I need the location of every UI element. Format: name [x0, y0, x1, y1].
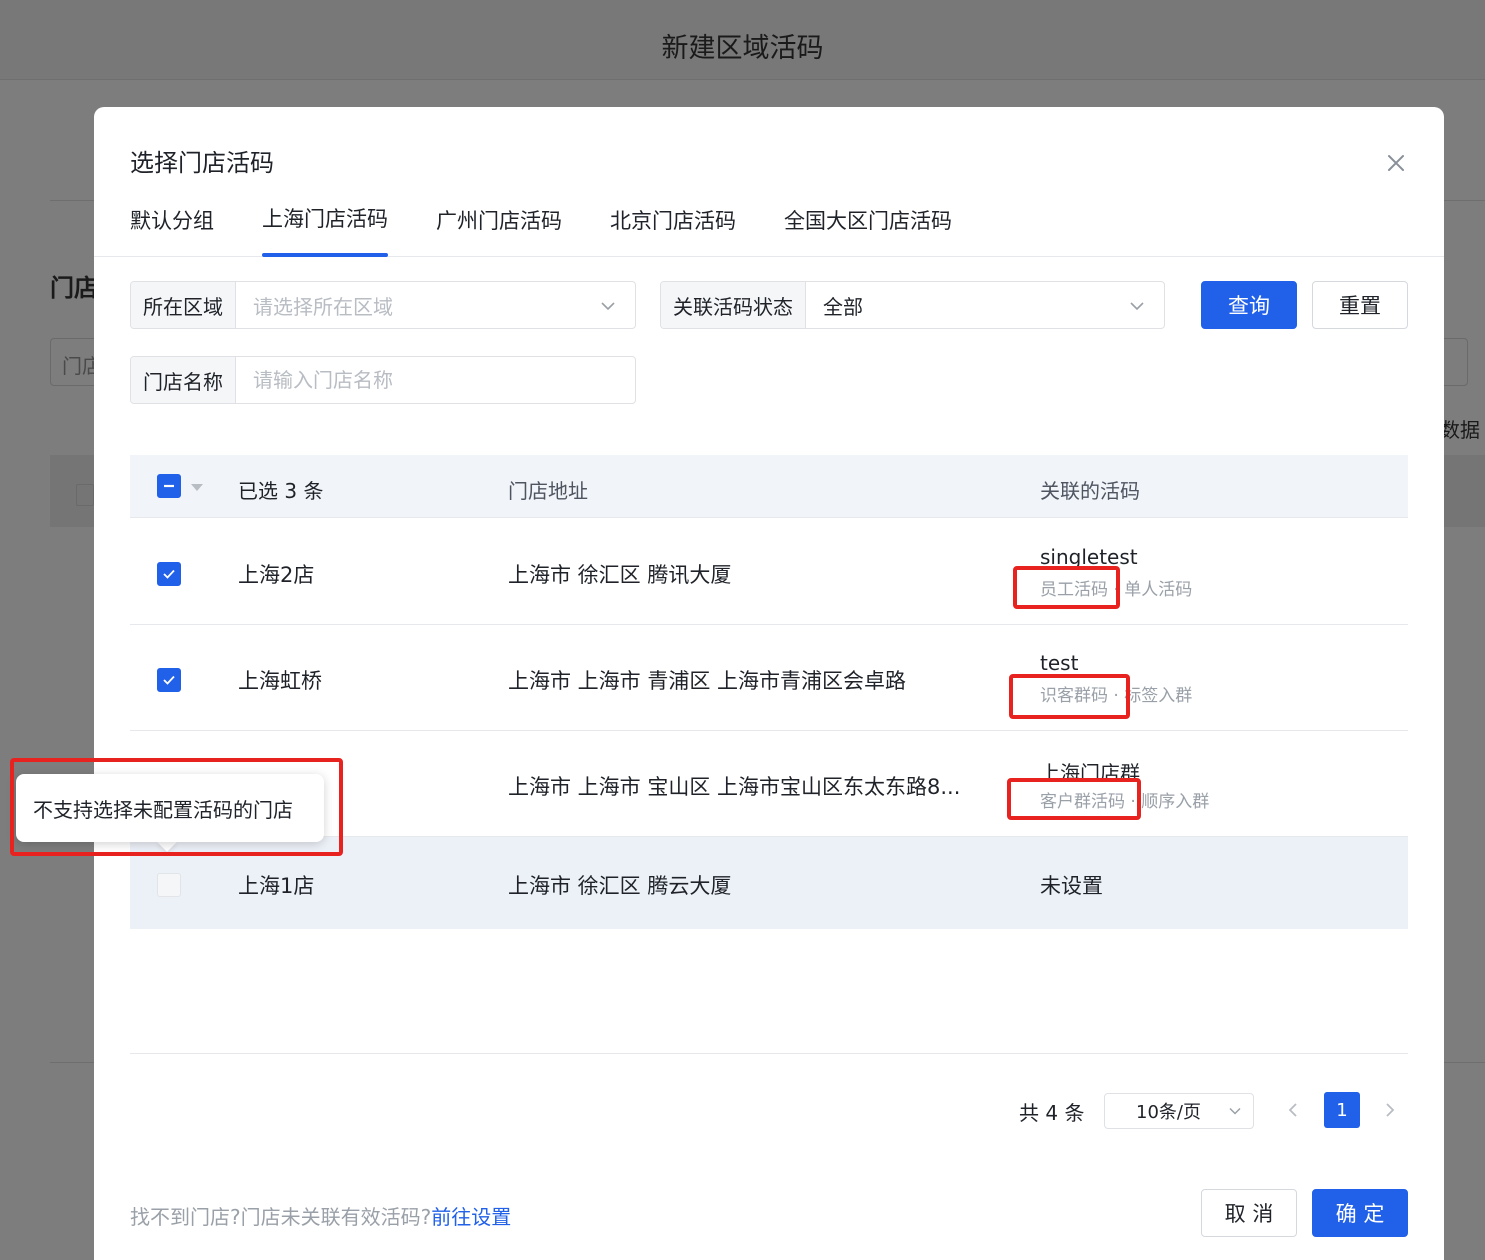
check-icon — [163, 675, 175, 685]
page-size-select[interactable]: 10条/页 — [1104, 1093, 1254, 1129]
row-checkbox[interactable] — [157, 562, 181, 586]
chevron-down-icon — [1130, 302, 1144, 311]
reset-button[interactable]: 重置 — [1312, 281, 1408, 329]
query-button[interactable]: 查询 — [1201, 281, 1297, 329]
active-tab-indicator — [262, 253, 388, 257]
code-status-select[interactable]: 全部 — [806, 282, 1164, 328]
store-name: 上海虹桥 — [238, 669, 322, 693]
store-name-filter: 门店名称 — [130, 356, 636, 404]
code-type: 识客群码 — [1040, 686, 1108, 706]
code-status-select-value: 全部 — [823, 294, 863, 319]
close-icon[interactable] — [1384, 151, 1408, 175]
code-mode: 顺序入群 — [1141, 792, 1210, 812]
store-name-filter-label: 门店名称 — [131, 357, 236, 403]
total-count: 共 4 条 — [1019, 1101, 1085, 1125]
minus-icon — [164, 484, 174, 488]
code-name: singletest — [1040, 545, 1138, 569]
tab-national[interactable]: 全国大区门店活码 — [784, 205, 952, 235]
chevron-down-icon — [1229, 1107, 1241, 1115]
code-status-filter: 关联活码状态 全部 — [660, 281, 1165, 329]
row-checkbox-disabled — [157, 873, 181, 897]
table-row[interactable]: 上海2店 上海市 徐汇区 腾讯大厦 singletest 员工活码 · 单人活码 — [130, 519, 1408, 625]
divider — [130, 1053, 1408, 1054]
code-name: 上海门店群 — [1040, 761, 1140, 785]
background-checkbox — [76, 484, 94, 506]
store-name-field[interactable] — [236, 357, 635, 403]
footer-hint-text: 找不到门店?门店未关联有效活码? — [130, 1205, 432, 1229]
chevron-left-icon[interactable] — [1282, 1099, 1304, 1121]
page-size-value: 10条/页 — [1136, 1102, 1201, 1123]
store-address: 上海市 徐汇区 腾讯大厦 — [508, 563, 732, 587]
row-checkbox[interactable] — [157, 668, 181, 692]
disabled-tooltip: 不支持选择未配置活码的门店 — [16, 774, 324, 842]
confirm-button[interactable]: 确 定 — [1312, 1189, 1408, 1237]
code-meta: 客户群活码 · 顺序入群 — [1040, 792, 1210, 812]
tab-beijing[interactable]: 北京门店活码 — [610, 205, 736, 235]
tab-shanghai[interactable]: 上海门店活码 — [262, 203, 388, 233]
cancel-button[interactable]: 取 消 — [1201, 1189, 1297, 1237]
column-header-address: 门店地址 — [508, 479, 588, 503]
store-address: 上海市 上海市 青浦区 上海市青浦区会卓路 — [508, 669, 907, 693]
region-select-placeholder: 请选择所在区域 — [253, 294, 393, 319]
store-name-input[interactable] — [253, 368, 635, 392]
store-address: 上海市 徐汇区 腾云大厦 — [508, 874, 732, 898]
region-filter: 所在区域 请选择所在区域 — [130, 281, 636, 329]
region-filter-label: 所在区域 — [131, 282, 236, 328]
code-name: 未设置 — [1040, 874, 1103, 898]
table-header: 已选 3 条 门店地址 关联的活码 — [130, 455, 1408, 518]
chevron-down-icon — [601, 302, 615, 311]
store-name: 上海1店 — [238, 874, 315, 898]
code-mode: 单人活码 — [1124, 580, 1193, 600]
modal-title: 选择门店活码 — [130, 149, 274, 177]
store-address: 上海市 上海市 宝山区 上海市宝山区东太东路8... — [508, 775, 961, 799]
chevron-right-icon[interactable] — [1379, 1099, 1401, 1121]
code-status-filter-label: 关联活码状态 — [661, 282, 806, 328]
footer-hint: 找不到门店?门店未关联有效活码?前往设置 — [130, 1201, 511, 1230]
caret-down-icon[interactable] — [191, 484, 203, 491]
page-header: 新建区域活码 — [0, 0, 1485, 80]
code-type: 客户群活码 — [1040, 792, 1125, 812]
background-side-text: 数据 — [1440, 418, 1480, 442]
selected-count: 已选 3 条 — [238, 479, 324, 503]
store-name: 上海2店 — [238, 563, 315, 587]
check-icon — [163, 569, 175, 579]
section-title: 门店 — [50, 274, 98, 302]
page-title: 新建区域活码 — [661, 33, 824, 64]
table-row[interactable]: 上海1店 上海市 徐汇区 腾云大厦 未设置 — [130, 837, 1408, 929]
code-meta: 识客群码 · 标签入群 — [1040, 686, 1193, 706]
go-settings-link[interactable]: 前往设置 — [431, 1205, 511, 1229]
select-store-code-modal: 选择门店活码 默认分组 上海门店活码 广州门店活码 北京门店活码 全国大区门店活… — [94, 107, 1444, 1260]
page-number-current[interactable]: 1 — [1324, 1092, 1360, 1128]
select-all-checkbox[interactable] — [157, 474, 181, 498]
group-tabs: 默认分组 上海门店活码 广州门店活码 北京门店活码 全国大区门店活码 — [94, 197, 1444, 257]
code-mode: 标签入群 — [1124, 686, 1193, 706]
code-type: 员工活码 — [1040, 580, 1108, 600]
code-name: test — [1040, 651, 1079, 675]
tab-default-group[interactable]: 默认分组 — [130, 205, 214, 235]
column-header-code: 关联的活码 — [1040, 479, 1140, 503]
region-select[interactable]: 请选择所在区域 — [236, 282, 635, 328]
tab-guangzhou[interactable]: 广州门店活码 — [436, 205, 562, 235]
code-meta: 员工活码 · 单人活码 — [1040, 580, 1193, 600]
table-row[interactable]: 上海虹桥 上海市 上海市 青浦区 上海市青浦区会卓路 test 识客群码 · 标… — [130, 625, 1408, 731]
